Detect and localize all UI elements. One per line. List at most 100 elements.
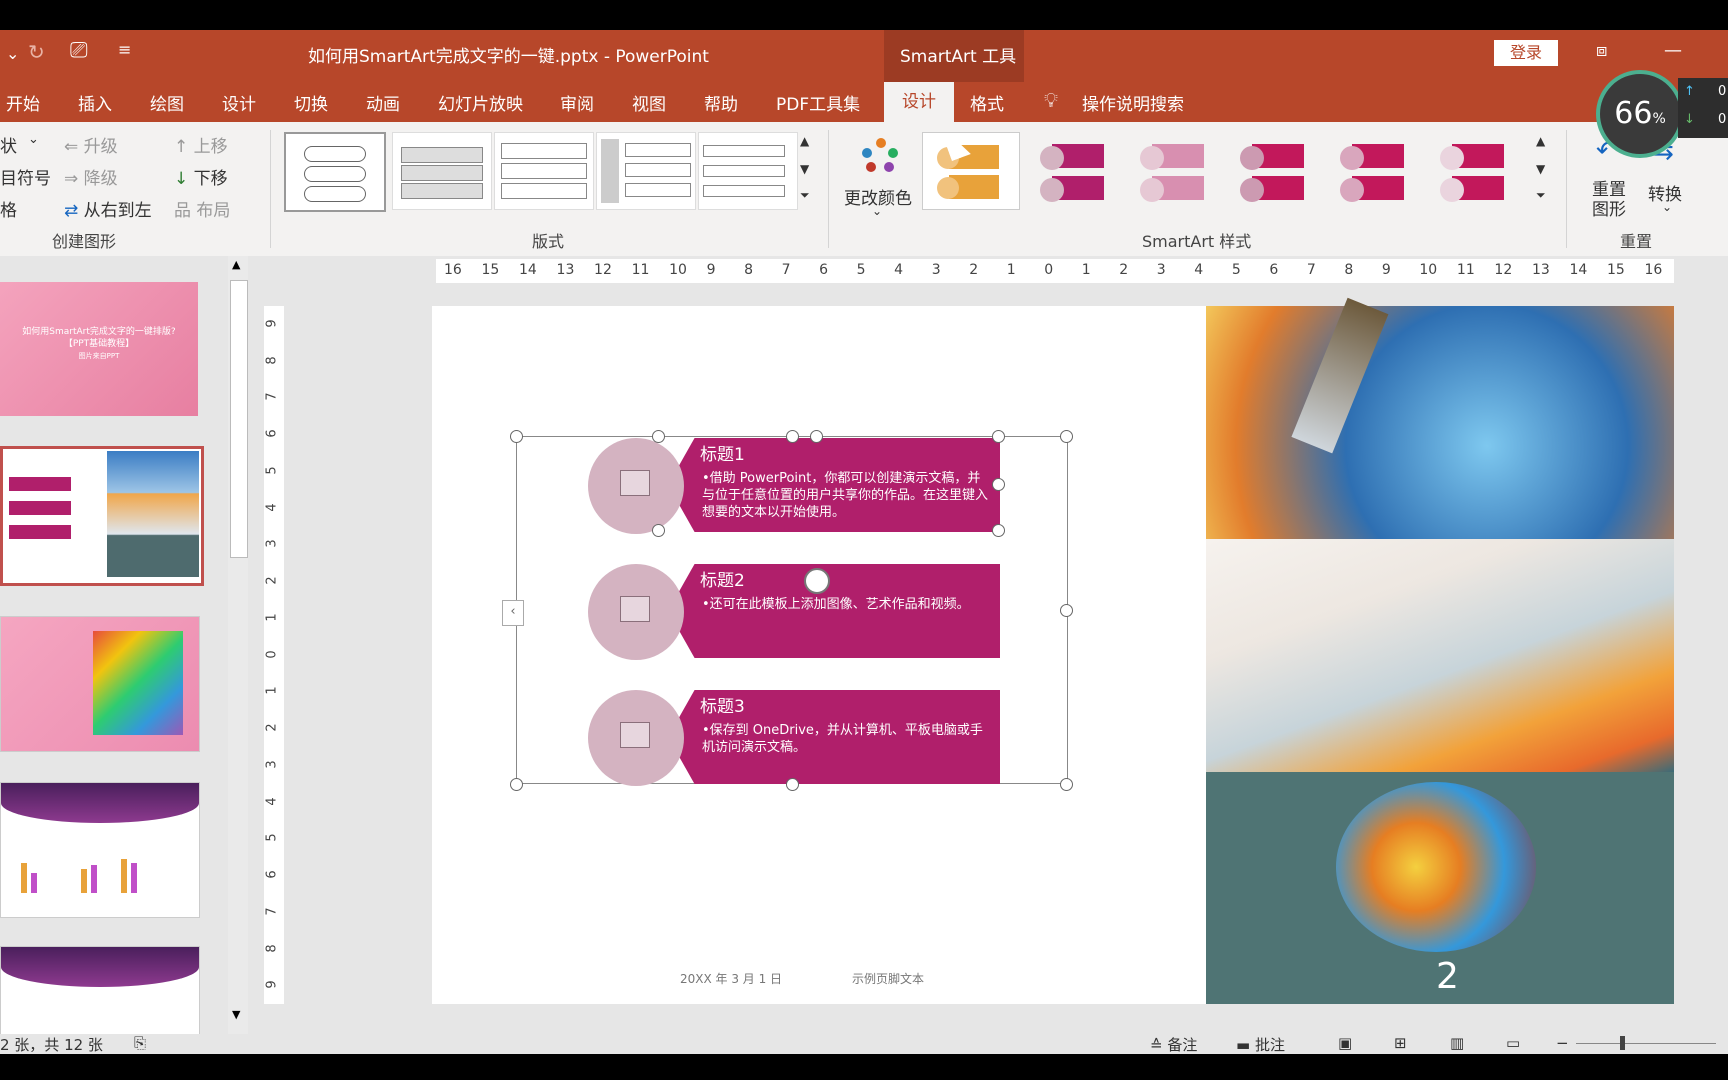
tab-slideshow[interactable]: 幻灯片放映 (438, 90, 523, 115)
minimize-icon[interactable]: — (1664, 40, 1682, 61)
hands-shape (1336, 782, 1536, 952)
tab-insert[interactable]: 插入 (78, 90, 112, 115)
picture-placeholder-icon[interactable] (620, 470, 650, 496)
move-up-button[interactable]: ↑ 上移 (174, 132, 228, 157)
tab-design[interactable]: 设计 (222, 90, 256, 115)
slide-thumb-4[interactable] (0, 782, 200, 918)
styles-more-icon[interactable]: ⏷ (1536, 188, 1546, 203)
tab-pdf-tools[interactable]: PDF工具集 (776, 90, 860, 115)
text-pane-toggle[interactable]: ‹ (502, 600, 524, 626)
tab-animations[interactable]: 动画 (366, 90, 400, 115)
shape-handle[interactable] (652, 524, 665, 537)
thumb-scroll-up-icon[interactable]: ▲ (232, 258, 240, 271)
ribbon-display-options-icon[interactable]: ⧈ (1596, 40, 1607, 61)
smartart-style-3[interactable] (1130, 132, 1226, 208)
add-shape-dropdown-icon[interactable]: ⌄ (28, 132, 39, 147)
slide-thumbnails-panel: 如何用SmartArt完成文字的一键排版? 【PPT基础教程】 图片来自PPT … (0, 256, 255, 1036)
layout-button[interactable]: 品 布局 (174, 196, 230, 221)
tell-me-search[interactable]: 操作说明搜索 (1082, 90, 1184, 115)
customize-qat-icon[interactable]: ≡ (118, 40, 131, 59)
right-to-left-button[interactable]: ⇄ 从右到左 (64, 196, 152, 221)
smartart-style-2[interactable] (1030, 132, 1126, 208)
tab-view[interactable]: 视图 (632, 90, 666, 115)
slide-canvas[interactable]: 2 ‹ 标题1 •借助 PowerPoint，你都可以创建演示文稿，并与位于任意… (432, 297, 1674, 1004)
change-colors-button[interactable]: 更改颜色 ⌄ (838, 130, 918, 222)
resize-handle[interactable] (1060, 604, 1073, 617)
slide-thumb-2-selected[interactable] (0, 446, 204, 586)
tab-smartart-design[interactable]: 设计 (884, 82, 954, 122)
notes-button[interactable]: ≙ 备注 (1150, 1034, 1197, 1055)
tab-help[interactable]: 帮助 (704, 90, 738, 115)
tab-format[interactable]: 格式 (970, 90, 1004, 115)
picture-placeholder-icon[interactable] (620, 596, 650, 622)
smartart-body-3[interactable]: •保存到 OneDrive，并从计算机、平板电脑或手机访问演示文稿。 (702, 722, 992, 756)
layout-scroll-down-icon[interactable]: ▼ (800, 162, 809, 176)
zoom-out-icon[interactable]: − (1556, 1034, 1569, 1052)
slide-thumb-1[interactable]: 如何用SmartArt完成文字的一键排版? 【PPT基础教程】 图片来自PPT (0, 282, 198, 416)
layout-option-5[interactable] (698, 132, 798, 210)
layout-option-3[interactable] (494, 132, 594, 210)
smartart-title-2[interactable]: 标题2 (700, 566, 745, 591)
ribbon-separator (270, 130, 271, 248)
demote-button[interactable]: ⇒ 降级 (64, 164, 118, 189)
slide-thumb-3[interactable] (0, 616, 200, 752)
undo-dropdown-icon[interactable]: ⌄ (6, 44, 19, 63)
polygon-art-image[interactable] (1206, 539, 1674, 772)
picture-placeholder-icon[interactable] (620, 722, 650, 748)
smartart-style-4[interactable] (1230, 132, 1326, 208)
paint-brush-image[interactable] (1206, 297, 1674, 539)
tab-draw[interactable]: 绘图 (150, 90, 184, 115)
resize-handle[interactable] (786, 778, 799, 791)
shape-handle[interactable] (992, 430, 1005, 443)
resize-handle[interactable] (510, 778, 523, 791)
smartart-body-2[interactable]: •还可在此模板上添加图像、艺术作品和视频。 (702, 596, 992, 613)
resize-handle[interactable] (510, 430, 523, 443)
smartart-title-3[interactable]: 标题3 (700, 692, 745, 717)
reading-view-icon[interactable]: ▥ (1450, 1034, 1464, 1052)
promote-button[interactable]: ⇐ 升级 (64, 132, 118, 157)
text-pane-button[interactable]: 格 (0, 196, 17, 221)
move-down-button[interactable]: ↓ 下移 (174, 164, 228, 189)
thumb-scrollbar[interactable]: ▲ ▼ (228, 256, 248, 1034)
shape-handle[interactable] (652, 430, 665, 443)
layout-option-2[interactable] (392, 132, 492, 210)
layout-option-4[interactable] (596, 132, 696, 210)
resize-handle[interactable] (786, 430, 799, 443)
thumb-scroll-thumb[interactable] (230, 280, 248, 558)
resize-handle[interactable] (1060, 778, 1073, 791)
shape-handle[interactable] (992, 524, 1005, 537)
resize-handle[interactable] (1060, 430, 1073, 443)
redo-icon[interactable]: ↻ (28, 40, 45, 64)
add-bullet-button[interactable]: 目符号 (0, 164, 51, 189)
normal-view-icon[interactable]: ▣ (1338, 1034, 1352, 1052)
layout-more-icon[interactable]: ⏷ (800, 188, 810, 203)
shape-handle[interactable] (810, 430, 823, 443)
tab-review[interactable]: 审阅 (560, 90, 594, 115)
login-button[interactable]: 登录 (1494, 40, 1558, 66)
tab-transitions[interactable]: 切换 (294, 90, 328, 115)
slide-date: 20XX 年 3 月 1 日 (680, 972, 783, 986)
present-from-start-icon[interactable]: ⎚ (70, 38, 88, 63)
comments-button[interactable]: ▬ 批注 (1236, 1034, 1285, 1055)
tab-home[interactable]: 开始 (6, 90, 40, 115)
zoom-slider[interactable] (1576, 1043, 1716, 1044)
smartart-style-1[interactable] (922, 132, 1020, 210)
rotate-handle-icon[interactable] (804, 568, 830, 594)
smartart-body-1[interactable]: •借助 PowerPoint，你都可以创建演示文稿，并与位于任意位置的用户共享你… (702, 470, 992, 521)
layout-scroll-up-icon[interactable]: ▲ (800, 134, 809, 148)
slide-sorter-icon[interactable]: ⊞ (1394, 1034, 1407, 1052)
styles-scroll-down-icon[interactable]: ▼ (1536, 162, 1545, 176)
smartart-title-1[interactable]: 标题1 (700, 440, 745, 465)
slide-thumb-5[interactable] (0, 946, 200, 1036)
smartart-style-5[interactable] (1330, 132, 1426, 208)
add-shape-button[interactable]: 状 (0, 132, 17, 157)
slideshow-icon[interactable]: ▭ (1506, 1034, 1520, 1052)
accessibility-icon[interactable]: ⎘ (134, 1034, 146, 1052)
shape-handle[interactable] (992, 478, 1005, 491)
rainbow-hands-image[interactable]: 2 (1206, 772, 1674, 1004)
layout-option-1[interactable] (284, 132, 386, 212)
thumb-scroll-down-icon[interactable]: ▼ (232, 1008, 240, 1021)
styles-scroll-up-icon[interactable]: ▲ (1536, 134, 1545, 148)
zoom-slider-thumb[interactable] (1620, 1036, 1625, 1050)
smartart-style-6[interactable] (1430, 132, 1526, 208)
